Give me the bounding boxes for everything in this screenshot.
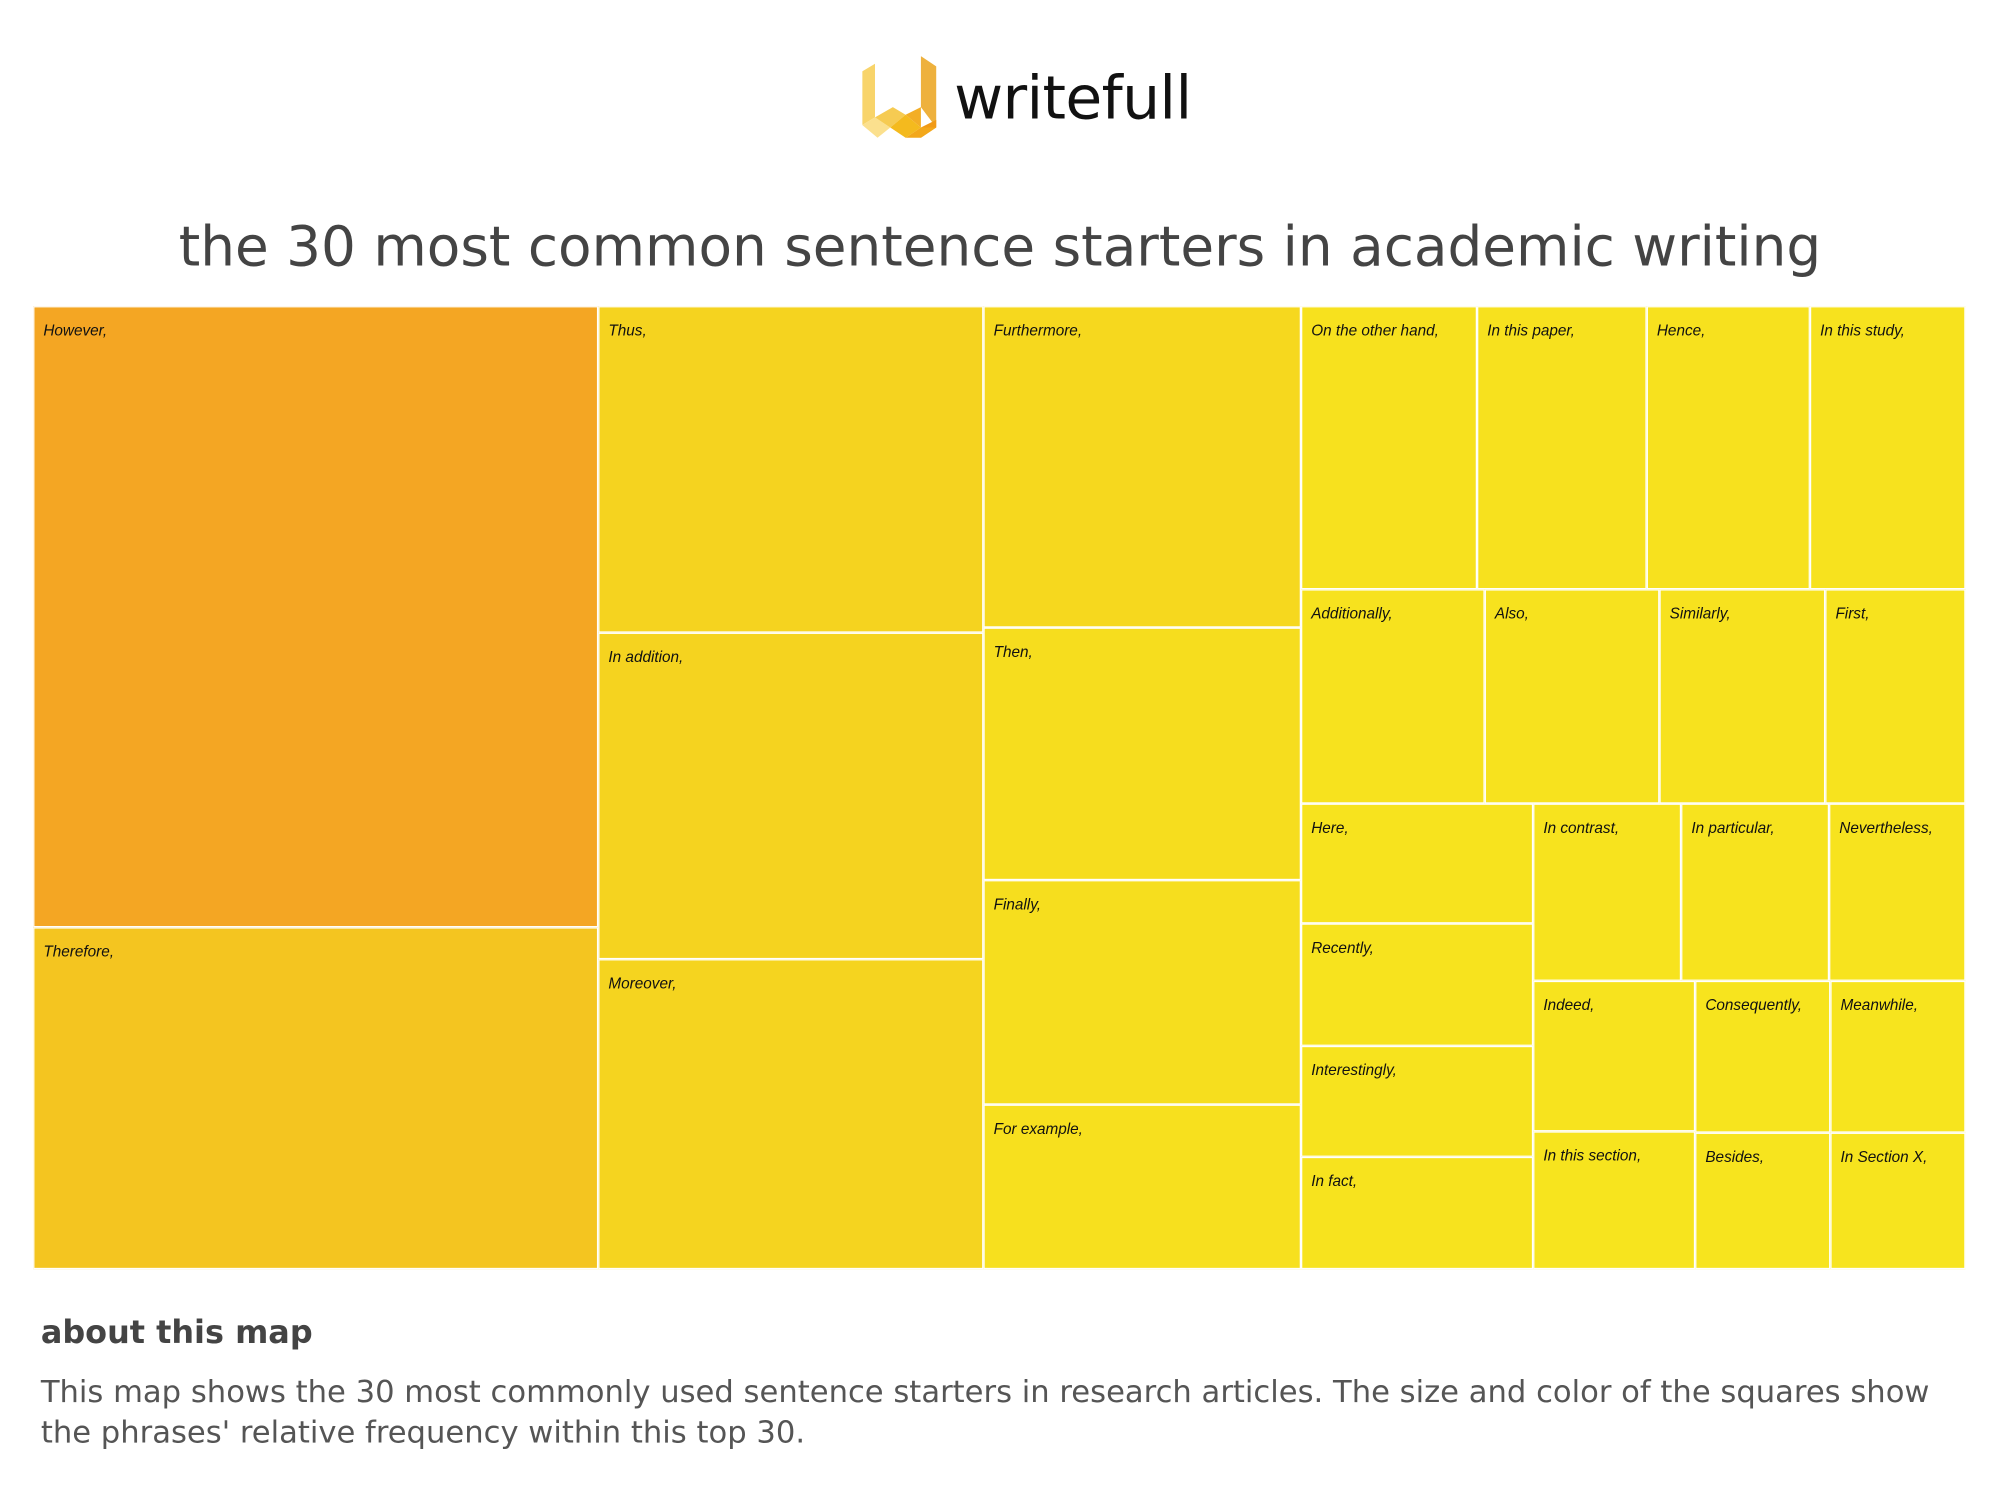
treemap-cell: Here,: [1301, 803, 1534, 924]
cell-label: Here,: [1311, 818, 1349, 837]
treemap-cell: In contrast,: [1533, 803, 1682, 981]
cell-label: Then,: [993, 642, 1033, 661]
treemap-cell: Consequently,: [1695, 980, 1831, 1133]
cell-label: In addition,: [608, 647, 684, 666]
treemap-cell: Additionally,: [1301, 589, 1485, 804]
treemap-cell: In particular,: [1681, 803, 1830, 981]
treemap-cell: In this study,: [1809, 306, 1966, 590]
treemap-cell: Interestingly,: [1301, 1045, 1534, 1157]
treemap-cell: Recently,: [1301, 923, 1534, 1046]
treemap-cell: Moreover,: [598, 959, 984, 1270]
treemap-cell: On the other hand,: [1301, 306, 1478, 590]
cell-label: In particular,: [1691, 818, 1775, 837]
treemap-cell: Thus,: [598, 306, 984, 633]
cell-label: For example,: [993, 1119, 1083, 1138]
cell-label: In contrast,: [1543, 818, 1620, 837]
treemap-cell: Indeed,: [1533, 980, 1696, 1132]
cell-label: Finally,: [993, 895, 1041, 914]
about-heading: about this map: [40, 1313, 313, 1351]
cell-label: Also,: [1494, 604, 1529, 623]
cell-label: Thus,: [608, 321, 647, 340]
treemap-cell: Similarly,: [1659, 589, 1826, 804]
treemap-cell: For example,: [983, 1104, 1302, 1270]
cell-label: In this paper,: [1487, 321, 1575, 340]
cell-label: In fact,: [1311, 1172, 1358, 1191]
treemap-cell: First,: [1825, 589, 1966, 804]
treemap-cell: Then,: [983, 627, 1302, 881]
cell-label: Furthermore,: [993, 321, 1083, 340]
cell-label: Indeed,: [1543, 996, 1595, 1015]
treemap-cell: In this section,: [1533, 1131, 1696, 1270]
cell-label: Interestingly,: [1311, 1061, 1397, 1080]
treemap-cell: Hence,: [1646, 306, 1810, 590]
cell-label: In this study,: [1820, 321, 1905, 340]
about-text: This map shows the 30 most commonly used…: [40, 1373, 1930, 1451]
treemap-cell: In this paper,: [1477, 306, 1647, 590]
cell-label: First,: [1835, 604, 1870, 623]
cell-label: Recently,: [1311, 938, 1374, 957]
cell-label: In Section X,: [1840, 1147, 1928, 1166]
treemap-cell: In Section X,: [1830, 1132, 1966, 1270]
treemap-cell: Therefore,: [33, 927, 599, 1270]
treemap-cell: Meanwhile,: [1830, 980, 1966, 1133]
treemap-cell: Finally,: [983, 880, 1302, 1105]
cell-label: Meanwhile,: [1840, 996, 1918, 1015]
cell-label: In this section,: [1543, 1146, 1642, 1165]
treemap-cell: In fact,: [1301, 1156, 1534, 1270]
cell-label: On the other hand,: [1311, 321, 1439, 340]
treemap-cell: Furthermore,: [983, 306, 1302, 628]
cell-label: However,: [43, 321, 108, 340]
treemap-cell: In addition,: [598, 632, 984, 960]
cell-label: Nevertheless,: [1839, 818, 1933, 837]
cell-label: Therefore,: [43, 942, 114, 961]
cell-label: Hence,: [1656, 321, 1706, 340]
cell-label: Similarly,: [1669, 604, 1731, 623]
treemap-cell: However,: [33, 306, 599, 928]
cell-label: Besides,: [1705, 1147, 1765, 1166]
treemap-cell: Also,: [1484, 589, 1660, 804]
page: writefull the 30 most common sentence st…: [0, 0, 2000, 1486]
cell-label: Additionally,: [1311, 604, 1393, 623]
cell-label: Moreover,: [608, 974, 677, 993]
cell-label: Consequently,: [1705, 996, 1803, 1015]
treemap-cell: Nevertheless,: [1829, 803, 1966, 981]
treemap-cell: Besides,: [1695, 1132, 1831, 1270]
treemap: However, Therefore, Thus, In addition, Moreo…: [0, 0, 2000, 1486]
